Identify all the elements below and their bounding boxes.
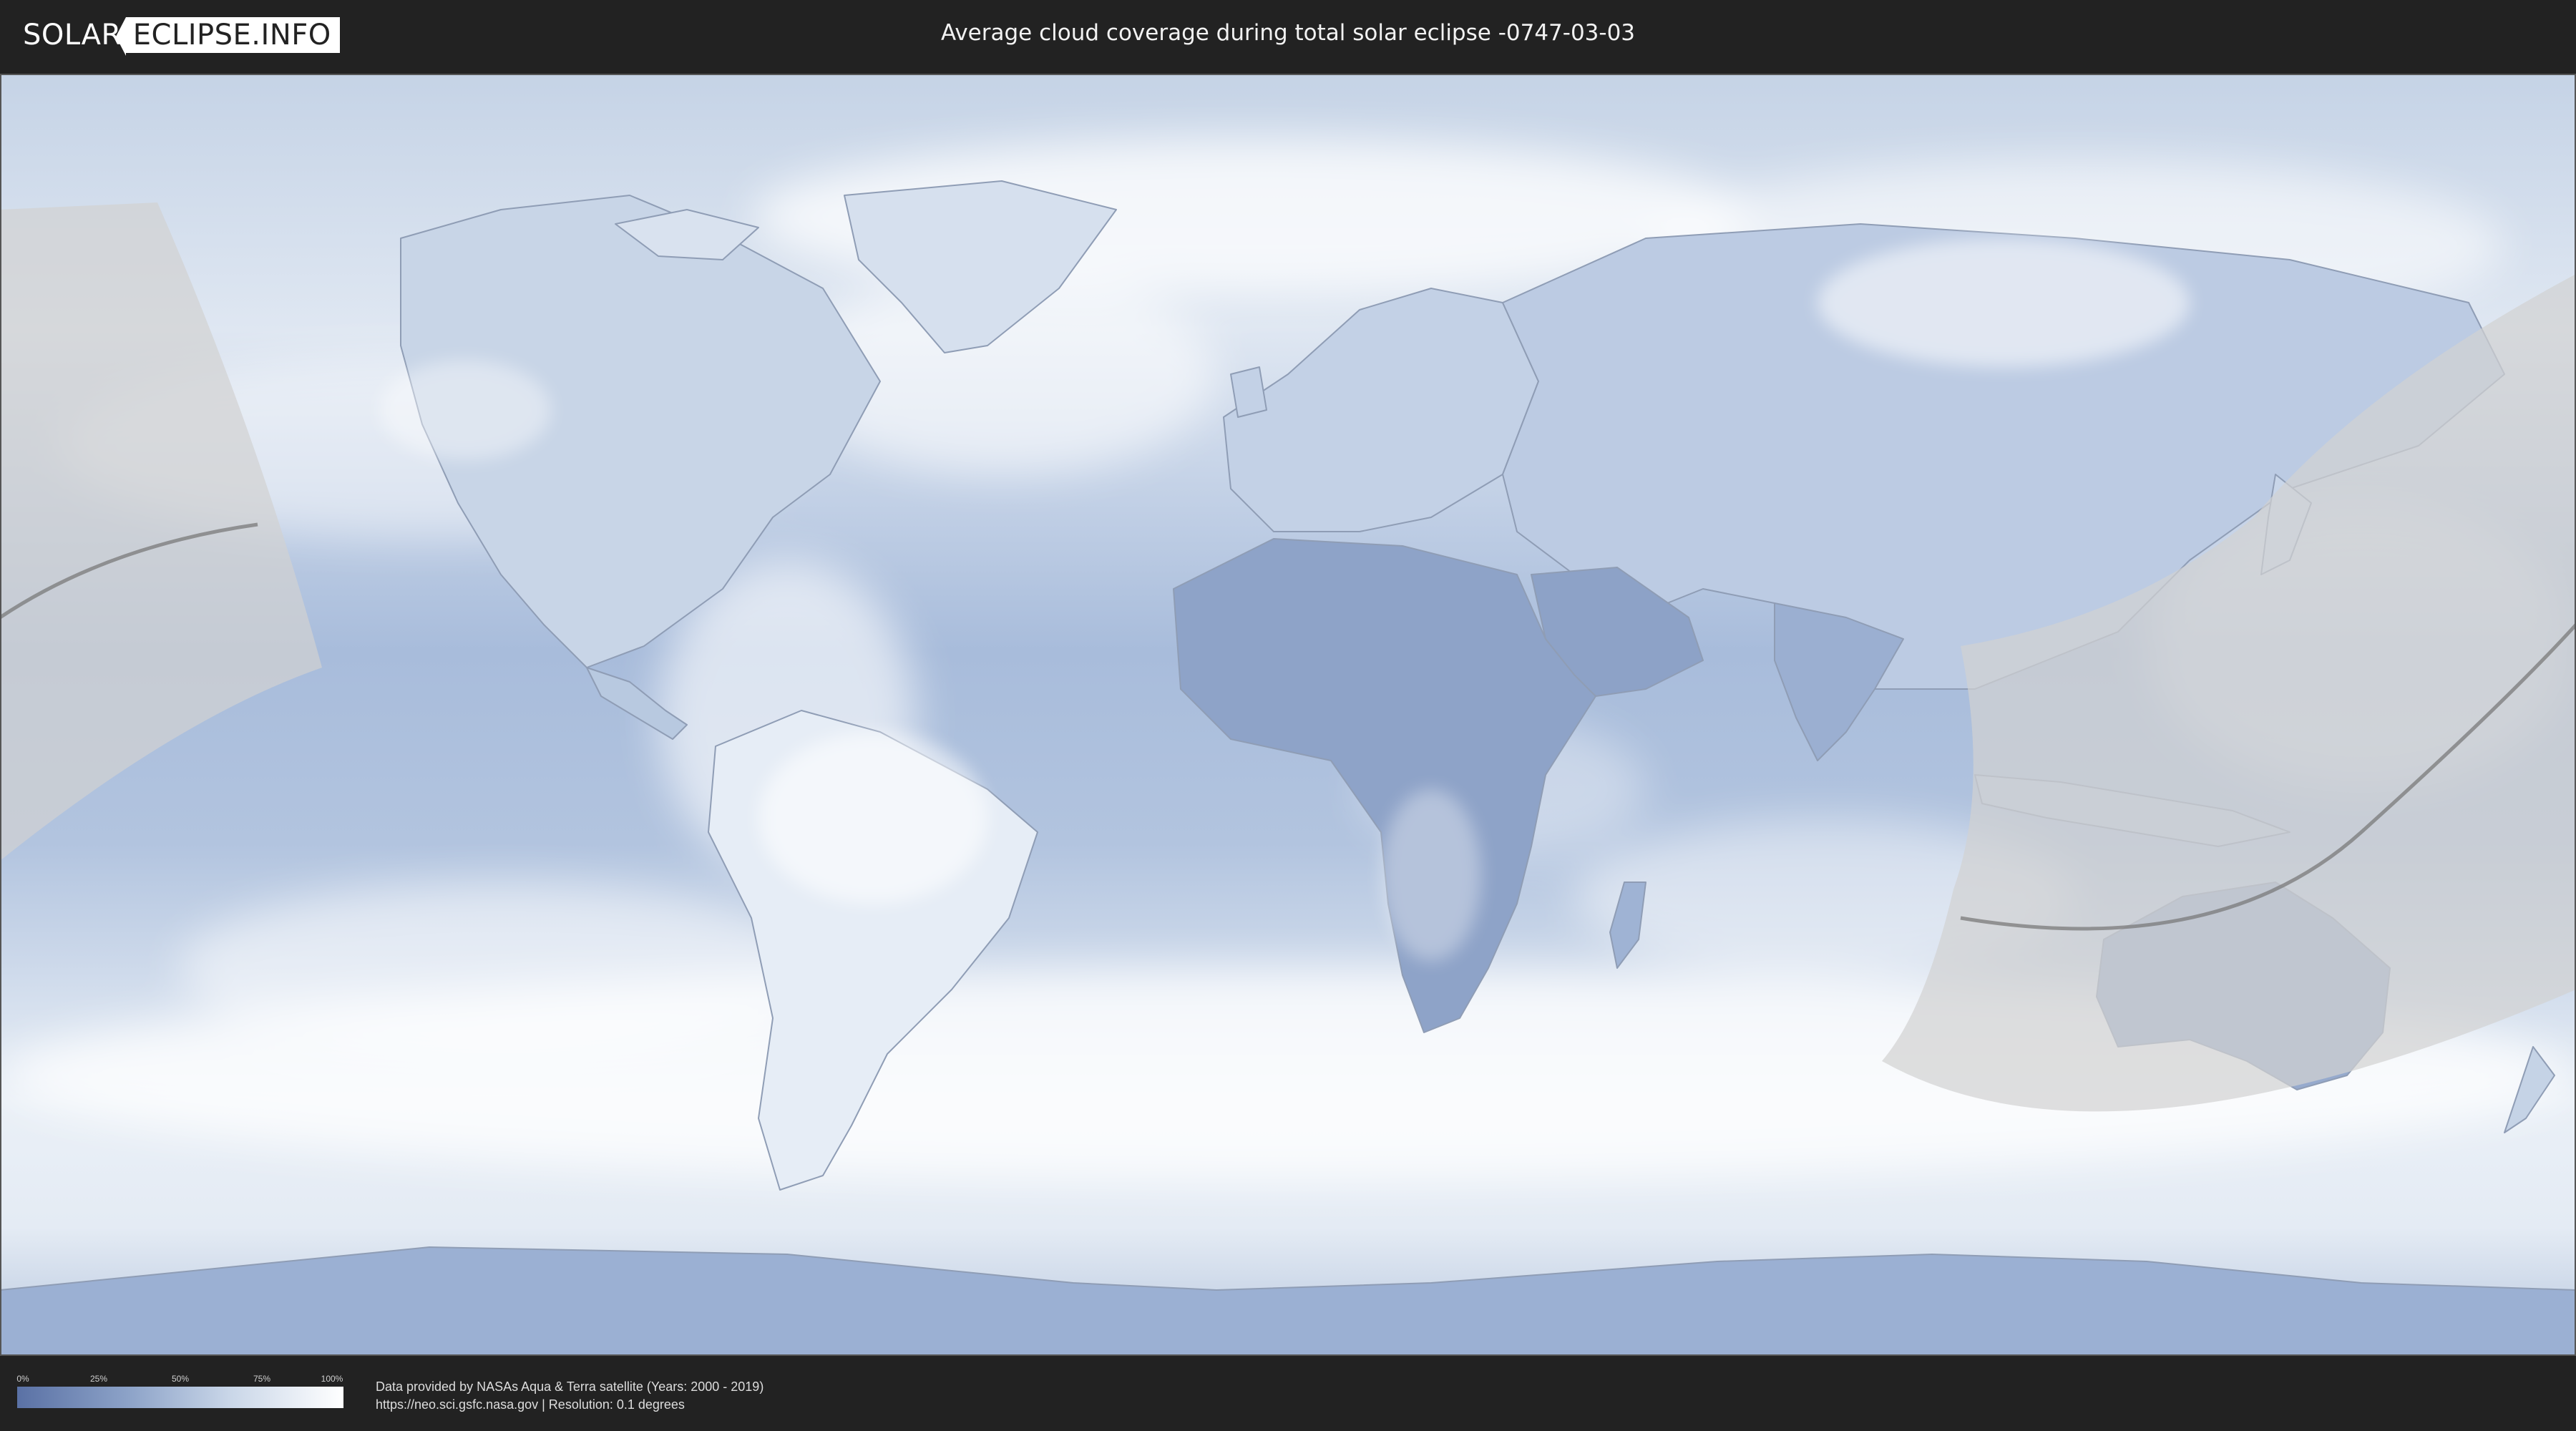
legend-tick-100: 100% xyxy=(321,1374,343,1384)
cloud-coverage-map xyxy=(0,74,2576,1356)
map-svg xyxy=(0,74,2576,1356)
legend-tick-25: 25% xyxy=(89,1374,108,1384)
legend-tick-0: 0% xyxy=(16,1374,29,1384)
legend-tick-50: 50% xyxy=(171,1374,190,1384)
legend-ticks: 0% 25% 50% 75% 100% xyxy=(16,1374,343,1387)
cloud-coverage-legend: 0% 25% 50% 75% 100% xyxy=(16,1374,343,1408)
page-title: Average cloud coverage during total sola… xyxy=(940,20,1636,46)
credits-line-url[interactable]: https://neo.sci.gsfc.nasa.gov | Resoluti… xyxy=(376,1396,763,1414)
legend-tick-75: 75% xyxy=(253,1374,271,1384)
legend-gradient-bar xyxy=(17,1387,343,1408)
header-bar: SOLAR ECLIPSE.INFO Average cloud coverag… xyxy=(0,0,2576,72)
landmass-british-isles xyxy=(1230,366,1267,418)
data-credits: Data provided by NASAs Aqua & Terra sate… xyxy=(376,1378,763,1414)
credits-line-source: Data provided by NASAs Aqua & Terra sate… xyxy=(376,1379,764,1394)
